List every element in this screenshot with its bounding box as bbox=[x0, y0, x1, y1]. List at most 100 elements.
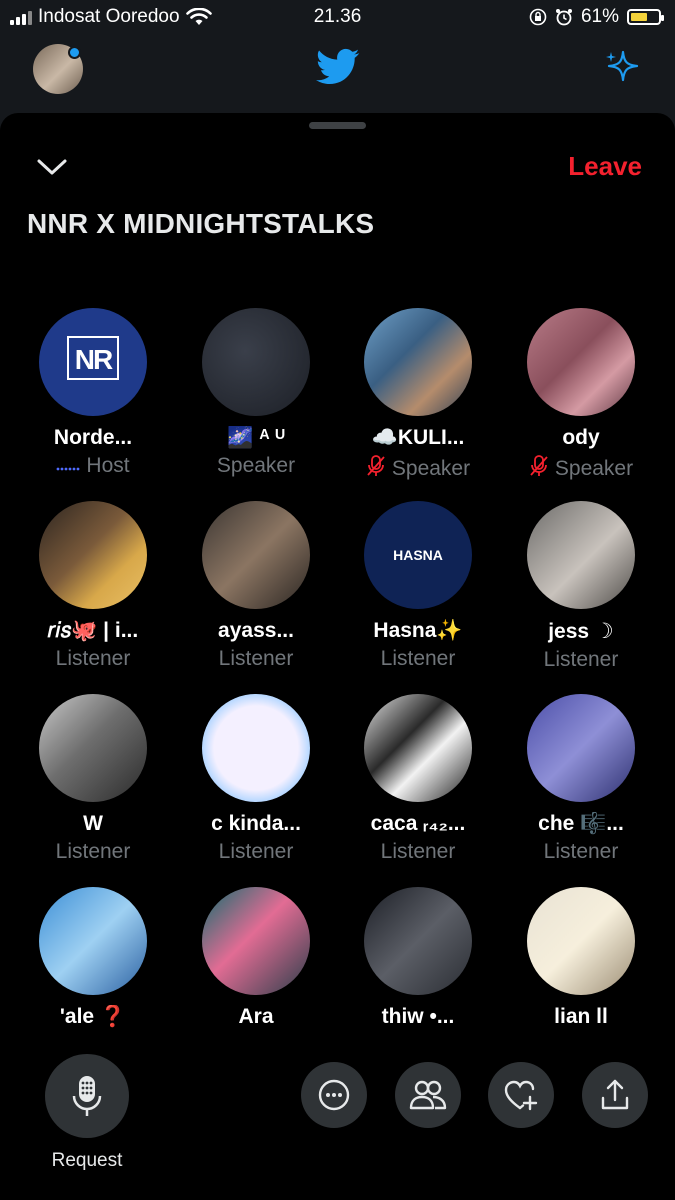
participant[interactable]: ☁️KULI... Speaker bbox=[337, 308, 499, 484]
participant-role-label: Speaker bbox=[216, 454, 296, 477]
share-button[interactable] bbox=[582, 1062, 648, 1128]
participant-avatar[interactable] bbox=[527, 694, 635, 802]
participant-role-label: Host bbox=[86, 454, 130, 477]
participant-avatar[interactable] bbox=[527, 308, 635, 416]
sparkle-icon[interactable] bbox=[603, 48, 643, 88]
participant-avatar[interactable] bbox=[39, 501, 147, 609]
participant[interactable]: 𝑟𝑖𝑠🐙 | i... Listener bbox=[12, 501, 174, 671]
participant-role-label: Speaker bbox=[391, 457, 471, 480]
participant-role-label: Listener bbox=[380, 840, 456, 863]
profile-avatar[interactable] bbox=[33, 44, 83, 94]
battery-icon bbox=[627, 9, 664, 25]
participant-avatar[interactable] bbox=[364, 887, 472, 995]
avatar-logo-text: NR bbox=[67, 336, 119, 380]
participant-role: Listener bbox=[337, 840, 499, 864]
avatar-logo-text: HASNA bbox=[393, 547, 443, 563]
participant-avatar[interactable] bbox=[364, 694, 472, 802]
participant[interactable]: W Listener bbox=[12, 694, 174, 864]
share-icon bbox=[601, 1079, 629, 1110]
participant-role: Speaker bbox=[337, 454, 499, 484]
host-dots-icon bbox=[56, 454, 80, 478]
participant-avatar[interactable] bbox=[39, 887, 147, 995]
participant-name: 🌌 ᴬ ᵁ bbox=[227, 426, 285, 449]
participant-name: Hasna✨ bbox=[373, 619, 463, 642]
participant-avatar[interactable] bbox=[202, 308, 310, 416]
twitter-bird-icon[interactable] bbox=[316, 48, 360, 86]
participant-name: che 🎼... bbox=[538, 812, 624, 835]
participant-name: 𝑟𝑖𝑠🐙 | i... bbox=[47, 619, 139, 642]
participant-name: caca ᵣ₄₂... bbox=[370, 812, 466, 835]
participant-role: Speaker bbox=[175, 454, 337, 478]
participant[interactable]: jess ☽ Listener bbox=[500, 501, 662, 672]
participant-role: Listener bbox=[12, 840, 174, 864]
status-right: 61% bbox=[529, 6, 664, 28]
leave-button[interactable]: Leave bbox=[568, 151, 642, 182]
participant-role: Listener bbox=[175, 647, 337, 671]
participant-avatar[interactable] bbox=[527, 501, 635, 609]
participant-avatar[interactable] bbox=[202, 694, 310, 802]
participant-role: Listener bbox=[12, 647, 174, 671]
participant[interactable]: che 🎼... Listener bbox=[500, 694, 662, 864]
participant-role-label: Listener bbox=[55, 840, 131, 863]
participant-name: c kinda... bbox=[211, 812, 301, 835]
participant-avatar[interactable]: HASNA bbox=[364, 501, 472, 609]
alarm-icon bbox=[555, 9, 572, 26]
participant-role-label: Listener bbox=[218, 647, 294, 670]
battery-percent: 61% bbox=[580, 6, 619, 27]
people-button[interactable] bbox=[395, 1062, 461, 1128]
participant-name: Ara bbox=[238, 1005, 274, 1028]
mic-muted-icon bbox=[529, 454, 549, 484]
participant[interactable]: ody Speaker bbox=[500, 308, 662, 484]
participant-role-label: Listener bbox=[218, 840, 294, 863]
participant[interactable]: Ara bbox=[175, 887, 337, 1029]
participant[interactable]: 'ale ❓ bbox=[12, 887, 174, 1029]
participant-name: W bbox=[83, 812, 103, 835]
participant-avatar[interactable] bbox=[39, 694, 147, 802]
reaction-button[interactable] bbox=[488, 1062, 554, 1128]
participant-role: Listener bbox=[337, 647, 499, 671]
drag-handle[interactable] bbox=[309, 122, 366, 129]
participant[interactable]: thiw •... bbox=[337, 887, 499, 1029]
participant-name: ayass... bbox=[218, 619, 294, 642]
orientation-lock-icon bbox=[529, 8, 547, 26]
participant-role: Listener bbox=[500, 840, 662, 864]
participant-role-label: Listener bbox=[55, 647, 131, 670]
participant[interactable]: c kinda... Listener bbox=[175, 694, 337, 864]
twitter-header bbox=[0, 34, 675, 114]
participant-name: Norde... bbox=[53, 426, 133, 449]
chevron-down-icon[interactable] bbox=[36, 155, 68, 179]
people-icon bbox=[409, 1080, 447, 1110]
participant[interactable]: NR Norde... Host bbox=[12, 308, 174, 478]
participant-role: Host bbox=[12, 454, 174, 478]
participant[interactable]: caca ᵣ₄₂... Listener bbox=[337, 694, 499, 864]
participant[interactable]: lian ll bbox=[500, 887, 662, 1029]
request-mic-button[interactable] bbox=[45, 1054, 129, 1138]
request-label: Request bbox=[51, 1150, 123, 1171]
participant-name: 'ale ❓ bbox=[59, 1005, 127, 1028]
participant-role: Listener bbox=[175, 840, 337, 864]
participant-name: lian ll bbox=[554, 1005, 608, 1028]
participant[interactable]: HASNA Hasna✨ Listener bbox=[337, 501, 499, 671]
mic-muted-icon bbox=[366, 454, 386, 484]
participant[interactable]: 🌌 ᴬ ᵁ Speaker bbox=[175, 308, 337, 478]
participant-avatar[interactable] bbox=[527, 887, 635, 995]
participant-avatar[interactable] bbox=[202, 501, 310, 609]
participant-role-label: Listener bbox=[543, 648, 619, 671]
microphone-icon bbox=[72, 1076, 102, 1116]
participant-avatar[interactable]: NR bbox=[39, 308, 147, 416]
participant[interactable]: ayass... Listener bbox=[175, 501, 337, 671]
participant-role: Listener bbox=[500, 648, 662, 672]
participant-avatar[interactable] bbox=[364, 308, 472, 416]
participant-role-label: Listener bbox=[543, 840, 619, 863]
participant-role: Speaker bbox=[500, 454, 662, 484]
heart-plus-icon bbox=[504, 1080, 538, 1111]
space-title: NNR X MIDNIGHTSTALKS bbox=[27, 208, 375, 239]
participant-role-label: Listener bbox=[380, 647, 456, 670]
status-bar: Indosat Ooredoo 21.36 61% bbox=[0, 0, 675, 34]
participant-name: ody bbox=[562, 426, 600, 449]
more-icon bbox=[318, 1079, 350, 1111]
participant-name: ☁️KULI... bbox=[371, 426, 465, 449]
participant-name: thiw •... bbox=[381, 1005, 455, 1028]
participant-avatar[interactable] bbox=[202, 887, 310, 995]
more-button[interactable] bbox=[301, 1062, 367, 1128]
